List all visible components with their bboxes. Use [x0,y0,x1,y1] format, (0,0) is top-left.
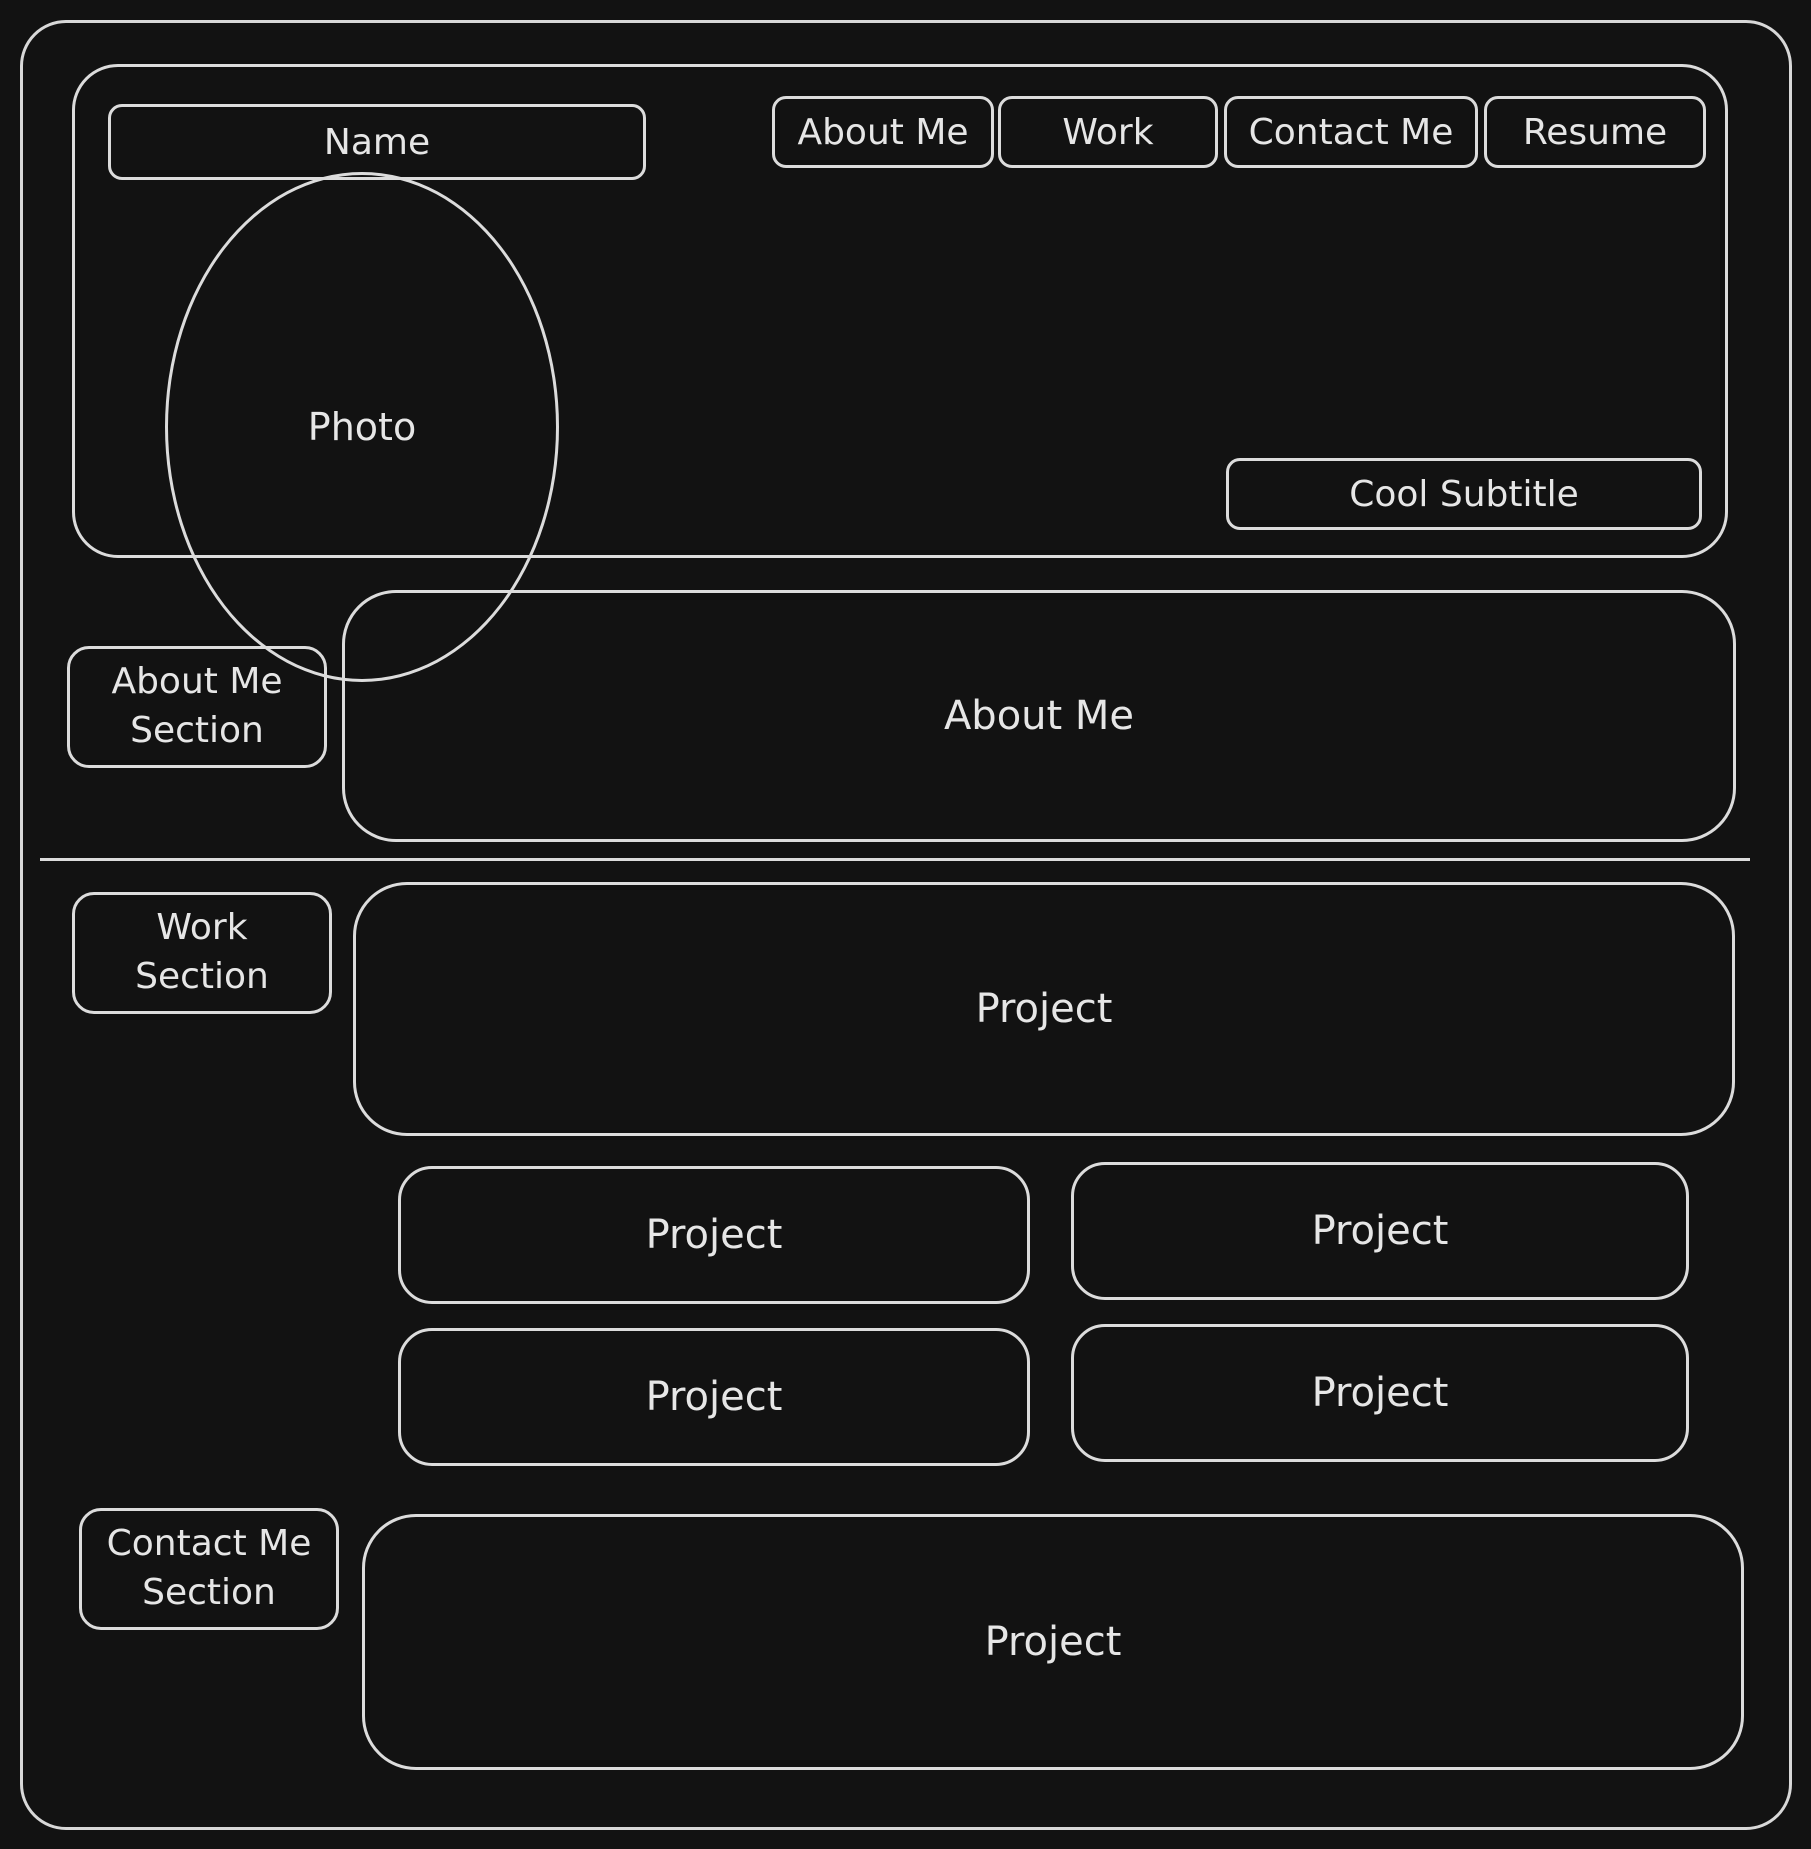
about-me-section-label: About Me Section [67,646,327,768]
nav-about-me[interactable]: About Me [772,96,994,168]
nav-work[interactable]: Work [998,96,1218,168]
project-card[interactable]: Project [398,1328,1030,1466]
work-section-label: Work Section [72,892,332,1014]
contact-me-section-label: Contact Me Section [79,1508,339,1630]
nav-contact-me[interactable]: Contact Me [1224,96,1478,168]
section-divider [40,858,1750,861]
project-card[interactable]: Project [1071,1324,1689,1462]
about-me-panel: About Me [342,590,1736,842]
project-card[interactable]: Project [398,1166,1030,1304]
name-field: Name [108,104,646,180]
cool-subtitle: Cool Subtitle [1226,458,1702,530]
nav-resume[interactable]: Resume [1484,96,1706,168]
project-card[interactable]: Project [1071,1162,1689,1300]
featured-project[interactable]: Project [353,882,1735,1136]
contact-me-panel: Project [362,1514,1744,1770]
